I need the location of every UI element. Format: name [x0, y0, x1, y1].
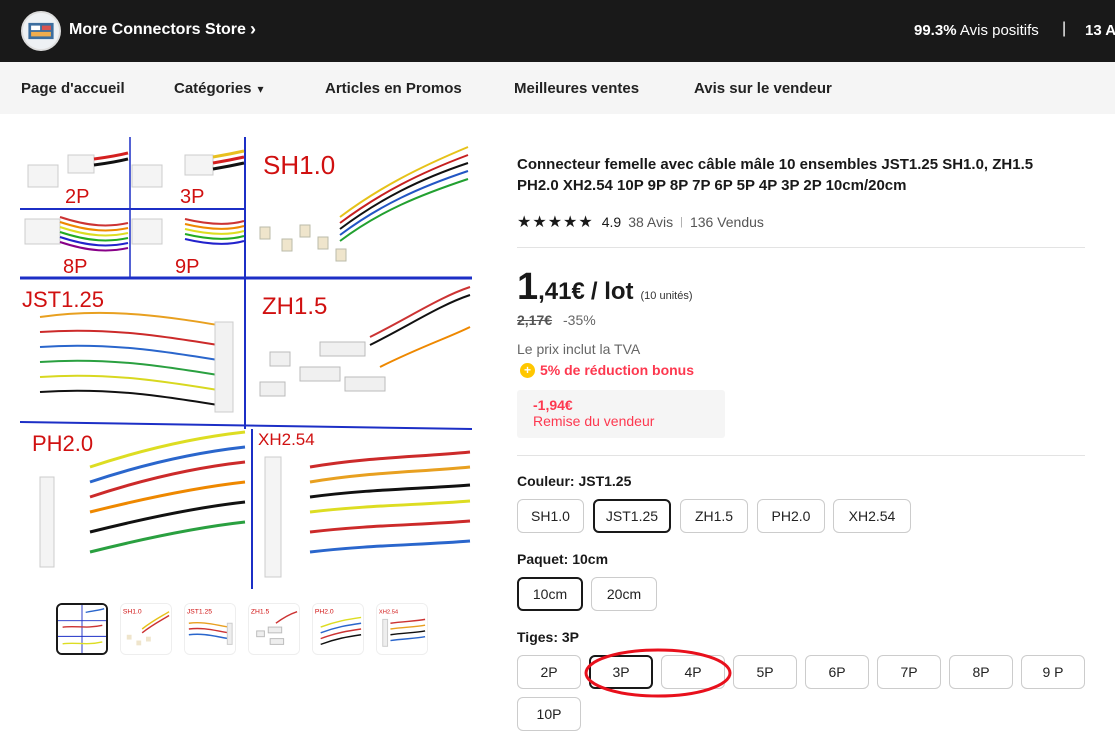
store-logo[interactable] [21, 11, 61, 51]
price-lot-size: (10 unités) [640, 290, 693, 302]
image-label-8p: 8P [63, 256, 87, 278]
thumb-label-xh254: XH2.54 [379, 610, 399, 616]
thumbnail-5[interactable]: PH2.0 [312, 603, 364, 655]
product-title: Connecteur femelle avec câble mâle 10 en… [517, 156, 1034, 194]
nav-promos[interactable]: Articles en Promos [325, 80, 462, 97]
image-label-ph20: PH2.0 [32, 431, 93, 456]
store-name[interactable]: More Connectors Store [69, 21, 246, 39]
seller-coupon[interactable]: -1,94€ Remise du vendeur [517, 390, 725, 438]
color-option-jst125[interactable]: JST1.25 [593, 499, 671, 533]
positive-reviews-value: 99.3% [914, 22, 957, 39]
image-label-xh254: XH2.54 [258, 430, 315, 449]
coupon-label: Remise du vendeur [533, 413, 655, 429]
nav-categories[interactable]: Catégories ▾ [174, 80, 264, 97]
reviews-link[interactable]: 38 Avis [628, 214, 673, 230]
divider [517, 455, 1085, 456]
pins-option-10p[interactable]: 10P [517, 697, 581, 731]
rating-row: ★★★★★ 4.9 38 Avis | 136 Vendus [517, 212, 764, 232]
thumb-label-zh15: ZH1.5 [251, 609, 270, 616]
package-label: Paquet: 10cm [517, 551, 609, 567]
pins-option-2p[interactable]: 2P [517, 655, 581, 689]
price: 1 ,41€ / lot (10 unités) [517, 266, 693, 309]
pins-option-3p[interactable]: 3P [589, 655, 653, 689]
sold-count: 136 Vendus [689, 214, 764, 230]
product-main-image[interactable]: 2P 3P SH1.0 8P 9P JST1.25 ZH1.5 PH2.0 XH… [20, 137, 472, 589]
thumbnail-1[interactable] [56, 603, 108, 655]
vat-note: Le prix inclut la TVA [517, 341, 641, 357]
positive-reviews-label: Avis positifs [959, 22, 1039, 39]
image-label-2p: 2P [65, 186, 89, 208]
color-label: Couleur: JST1.25 [517, 473, 632, 489]
image-label-zh15: ZH1.5 [262, 293, 327, 320]
thumb-label-sh10: SH1.0 [123, 609, 142, 616]
pins-option-8p[interactable]: 8P [949, 655, 1013, 689]
nav-categories-label: Catégories [174, 80, 252, 97]
image-label-9p: 9P [175, 256, 199, 278]
thumbnail-6[interactable]: XH2.54 [376, 603, 428, 655]
store-header: More Connectors Store › 99.3% Avis posit… [0, 0, 1115, 62]
pins-label: Tiges: 3P [517, 629, 579, 645]
thumbnail-4[interactable]: ZH1.5 [248, 603, 300, 655]
thumb-label-jst125: JST1.25 [187, 609, 212, 616]
pins-option-4p[interactable]: 4P [661, 655, 725, 689]
image-label-jst125: JST1.25 [22, 287, 104, 312]
color-option-zh15[interactable]: ZH1.5 [680, 499, 748, 533]
rating-value: 4.9 [601, 214, 622, 230]
image-label-3p: 3P [180, 186, 204, 208]
nav-seller-reviews[interactable]: Avis sur le vendeur [694, 80, 832, 97]
price-integer: 1 [517, 266, 539, 308]
thumbnail-strip: SH1.0 JST1.25 ZH1.5 PH2.0 XH2.54 [56, 603, 428, 655]
color-option-sh10[interactable]: SH1.0 [517, 499, 584, 533]
package-option-20cm[interactable]: 20cm [591, 577, 657, 611]
coupon-amount: -1,94€ [533, 397, 573, 413]
chevron-down-icon: ▾ [257, 82, 264, 96]
pins-option-9p[interactable]: 9 P [1021, 655, 1085, 689]
store-nav: Page d'accueil Catégories ▾ Articles en P… [0, 62, 1115, 114]
nav-bestsellers[interactable]: Meilleures ventes [514, 80, 639, 97]
pins-option-5p[interactable]: 5P [733, 655, 797, 689]
price-decimal: ,41€ [538, 278, 585, 305]
divider [517, 247, 1085, 248]
original-price: 2,17€ [517, 312, 553, 328]
rating-divider: | [680, 216, 683, 228]
color-option-ph20[interactable]: PH2.0 [757, 499, 825, 533]
pins-option-6p[interactable]: 6P [805, 655, 869, 689]
discount-percent: -35% [563, 312, 596, 328]
image-label-sh10: SH1.0 [263, 150, 335, 180]
plus-coin-icon: + [520, 362, 535, 378]
color-option-xh254[interactable]: XH2.54 [833, 499, 911, 533]
price-unit: / lot [590, 278, 634, 305]
bonus-discount[interactable]: + 5% de réduction bonus [520, 362, 694, 378]
store-positive-reviews: 99.3% Avis positifs [914, 22, 1039, 39]
pins-option-7p[interactable]: 7P [877, 655, 941, 689]
star-rating-icon: ★★★★★ [517, 214, 594, 231]
nav-home[interactable]: Page d'accueil [21, 80, 125, 97]
thumbnail-3[interactable]: JST1.25 [184, 603, 236, 655]
store-followers: 13 A [1085, 22, 1115, 39]
chevron-right-icon[interactable]: › [250, 19, 256, 40]
header-divider: | [1062, 20, 1067, 37]
package-option-10cm[interactable]: 10cm [517, 577, 583, 611]
bonus-label: 5% de réduction bonus [540, 362, 695, 378]
thumbnail-2[interactable]: SH1.0 [120, 603, 172, 655]
thumb-label-ph20: PH2.0 [315, 609, 334, 616]
